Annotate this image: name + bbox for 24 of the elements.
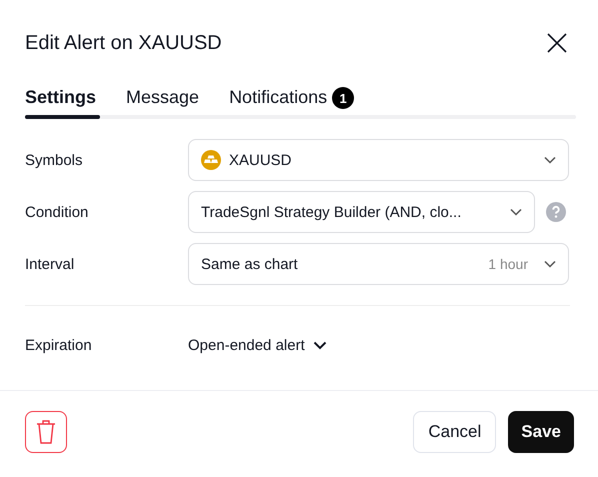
- chevron-down-icon: [510, 208, 522, 216]
- field-label: Interval: [25, 256, 76, 272]
- dropdown[interactable]: TradeSgnl Strategy Builder (AND, clo...: [188, 191, 535, 233]
- dropdown[interactable]: XAUUSD: [188, 139, 569, 181]
- save-button[interactable]: Save: [508, 411, 574, 453]
- tab[interactable]: Settings: [25, 86, 96, 110]
- dropdown[interactable]: Same as chart 1 hour: [188, 243, 569, 285]
- count-badge: 1: [332, 87, 354, 109]
- tab[interactable]: Message: [126, 86, 200, 110]
- delete-button[interactable]: [25, 411, 67, 453]
- chevron-down-icon: [544, 156, 556, 164]
- dialog-title: Edit Alert on XAUUSD: [25, 32, 222, 54]
- cancel-button[interactable]: Cancel: [413, 411, 496, 453]
- field-label: Condition: [25, 204, 90, 220]
- ingots-icon: [201, 150, 221, 170]
- field-label: Expiration: [25, 337, 93, 354]
- expiration-dropdown[interactable]: Open-ended alert: [188, 337, 327, 354]
- tab[interactable]: Notifications: [229, 86, 328, 110]
- help-icon[interactable]: [546, 202, 566, 222]
- chevron-down-icon: [544, 260, 556, 268]
- field-label: Symbols: [25, 152, 84, 168]
- chevron-down-icon: [312, 341, 327, 350]
- trash-icon: [36, 419, 56, 445]
- close-icon[interactable]: [546, 32, 568, 54]
